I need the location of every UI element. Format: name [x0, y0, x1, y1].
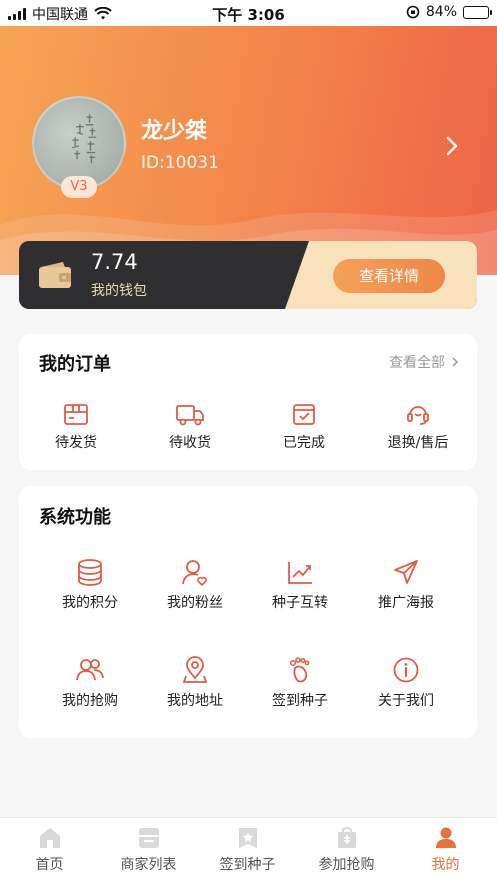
func-my-purchases[interactable]: 我的抢购 [33, 656, 147, 710]
avatar-image [72, 114, 97, 164]
paper-plane-icon [394, 560, 418, 584]
rotation-lock-icon [406, 5, 420, 19]
wallet-balance: 7.74 [91, 250, 138, 274]
function-label: 我的粉丝 [167, 595, 223, 611]
location-icon [182, 656, 208, 683]
func-points[interactable]: 我的积分 [33, 558, 147, 612]
tab-mine[interactable]: 我的 [396, 826, 495, 874]
function-label: 签到种子 [272, 693, 328, 709]
store-icon [138, 828, 159, 848]
tab-checkin[interactable]: 签到种子 [198, 826, 297, 874]
order-item-label: 待发货 [55, 435, 97, 451]
functions-card: 系统功能 我的积分 我的粉丝 种子互转 推广海报 我的抢购 我的地址 签到种子 … [19, 486, 477, 738]
battery-icon [463, 5, 492, 19]
function-label: 我的抢购 [62, 693, 118, 709]
status-bar: 中国联通 下午 3:06 84% [0, 0, 497, 26]
func-about-us[interactable]: 关于我们 [349, 656, 463, 710]
trend-icon [288, 562, 312, 584]
group-icon [76, 659, 104, 681]
func-seed-transfer[interactable]: 种子互转 [243, 558, 357, 612]
tab-label: 首页 [35, 857, 64, 873]
footprint-icon [289, 657, 310, 683]
wallet-label: 我的钱包 [91, 283, 147, 299]
home-icon [39, 828, 60, 848]
func-promo-poster[interactable]: 推广海报 [349, 558, 463, 612]
tab-home[interactable]: 首页 [0, 826, 99, 874]
chevron-right-small-icon [452, 357, 459, 367]
bottom-tab-bar: 首页 商家列表 签到种子 参加抢购 我的 [0, 817, 497, 883]
badge-icon [238, 828, 257, 848]
view-details-button[interactable]: 查看详情 [333, 259, 445, 293]
view-all-orders-link[interactable]: 查看全部 [389, 352, 459, 372]
level-badge: V3 [61, 176, 97, 198]
func-my-address[interactable]: 我的地址 [138, 656, 252, 710]
headset-icon [407, 406, 429, 425]
view-all-label: 查看全部 [389, 355, 445, 371]
orders-title: 我的订单 [39, 354, 111, 375]
box-icon [64, 404, 88, 425]
tab-merchants[interactable]: 商家列表 [99, 826, 198, 874]
functions-title: 系统功能 [39, 507, 111, 528]
order-item-label: 待收货 [169, 435, 211, 451]
function-label: 我的积分 [62, 595, 118, 611]
checklist-icon [293, 404, 315, 425]
tab-label: 签到种子 [219, 857, 276, 873]
func-checkin-seed[interactable]: 签到种子 [243, 656, 357, 710]
coins-icon [78, 559, 102, 586]
chevron-right-icon[interactable] [440, 134, 464, 158]
fan-icon [182, 560, 207, 586]
wallet-icon [39, 262, 71, 288]
function-label: 推广海报 [378, 595, 434, 611]
order-after-sale[interactable]: 退换/售后 [361, 402, 475, 452]
user-name: 龙少桀 [141, 119, 208, 144]
function-label: 种子互转 [272, 595, 328, 611]
bag-icon [337, 827, 356, 848]
order-pending-receipt[interactable]: 待收货 [133, 402, 247, 452]
battery-percent: 84% [425, 4, 457, 20]
truck-icon [176, 405, 204, 426]
order-item-label: 已完成 [283, 435, 325, 451]
tab-label: 我的 [431, 857, 460, 873]
orders-card: 我的订单 查看全部 待发货 待收货 已完成 退换/售后 [19, 334, 477, 470]
order-item-label: 退换/售后 [387, 435, 449, 451]
wallet-bar[interactable]: 7.74 我的钱包 查看详情 [19, 241, 477, 309]
user-id: ID:10031 [141, 153, 219, 173]
tab-flash-sale[interactable]: 参加抢购 [297, 826, 396, 874]
func-fans[interactable]: 我的粉丝 [138, 558, 252, 612]
tab-label: 商家列表 [120, 857, 177, 873]
order-completed[interactable]: 已完成 [247, 402, 361, 452]
tab-label: 参加抢购 [318, 857, 375, 873]
user-icon [435, 827, 456, 848]
function-label: 我的地址 [167, 693, 223, 709]
function-label: 关于我们 [378, 693, 434, 709]
order-pending-shipment[interactable]: 待发货 [19, 402, 133, 452]
info-icon [393, 657, 419, 683]
